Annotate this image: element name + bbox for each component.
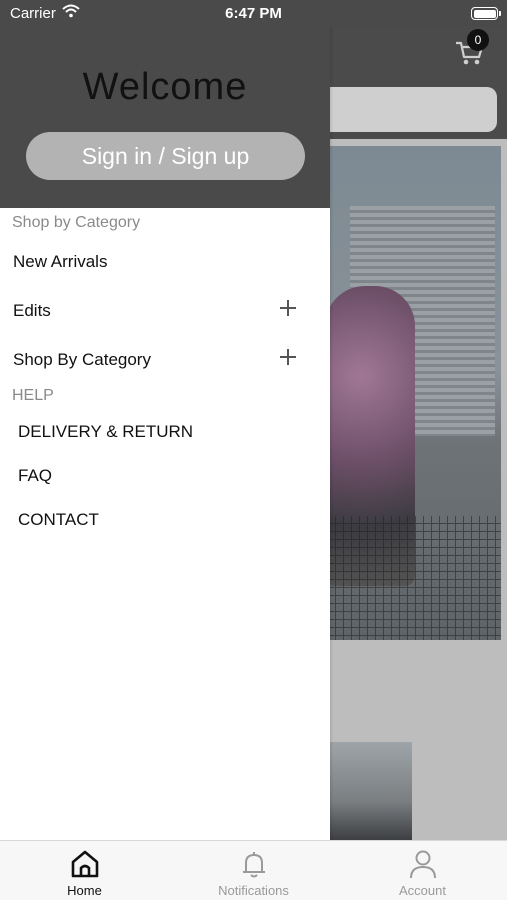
- tab-label: Account: [399, 883, 446, 898]
- tab-notifications[interactable]: Notifications: [169, 841, 338, 900]
- home-icon: [69, 848, 101, 880]
- help-item-label: CONTACT: [18, 510, 99, 529]
- help-item-label: DELIVERY & RETURN: [18, 422, 194, 441]
- menu-item-shop-by-category[interactable]: Shop By Category: [0, 340, 330, 380]
- tab-label: Notifications: [218, 883, 289, 898]
- menu-item-label: New Arrivals: [13, 252, 108, 271]
- tab-home[interactable]: Home: [0, 841, 169, 900]
- help-item-delivery-return[interactable]: DELIVERY & RETURN: [0, 414, 330, 450]
- bell-icon: [238, 848, 270, 880]
- help-item-contact[interactable]: CONTACT: [0, 502, 330, 538]
- battery-icon: [471, 7, 501, 20]
- menu-item-edits[interactable]: Edits: [0, 291, 330, 331]
- welcome-title: Welcome: [82, 66, 248, 108]
- clock-label: 6:47 PM: [225, 5, 282, 22]
- side-drawer: Welcome Sign in / Sign up Shop by Catego…: [0, 26, 330, 840]
- tab-account[interactable]: Account: [338, 841, 507, 900]
- drawer-header: Welcome Sign in / Sign up: [0, 26, 330, 208]
- shop-by-category-section-label: Shop by Category: [12, 214, 141, 231]
- menu-item-label: Edits: [13, 301, 51, 320]
- product-thumbnail-image[interactable]: [320, 742, 412, 840]
- help-item-faq[interactable]: FAQ: [0, 458, 330, 494]
- menu-item-new-arrivals[interactable]: New Arrivals: [0, 242, 330, 282]
- tab-label: Home: [67, 883, 102, 898]
- person-icon: [407, 848, 439, 880]
- hero-banner-image[interactable]: [320, 146, 501, 640]
- help-section-label: HELP: [12, 387, 54, 404]
- expand-plus-icon[interactable]: [280, 348, 298, 366]
- bottom-tab-bar: Home Notifications Account: [0, 840, 507, 900]
- status-bar: Carrier 6:47 PM: [0, 0, 507, 26]
- help-item-label: FAQ: [18, 466, 53, 485]
- expand-plus-icon[interactable]: [280, 299, 298, 317]
- sign-in-button[interactable]: Sign in / Sign up: [26, 132, 305, 180]
- cart-count-badge: 0: [467, 29, 489, 51]
- menu-item-label: Shop By Category: [13, 350, 151, 369]
